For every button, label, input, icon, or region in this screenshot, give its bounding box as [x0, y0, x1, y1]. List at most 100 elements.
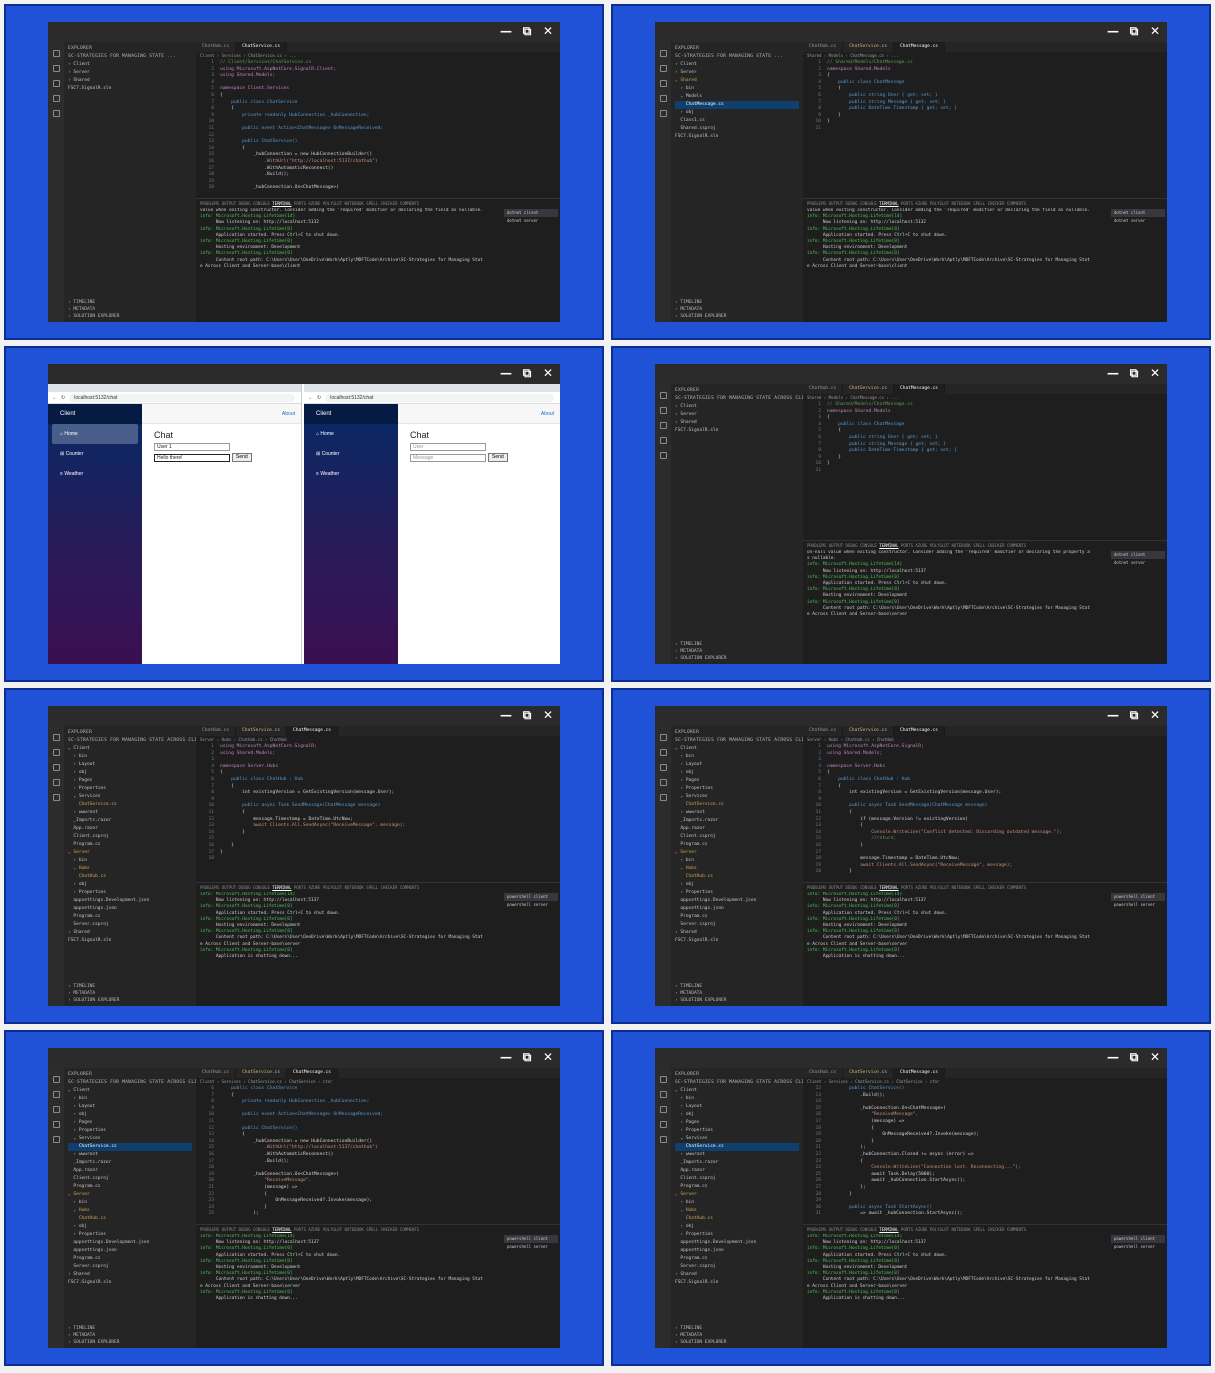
explorer-item[interactable]: › Shared — [675, 929, 799, 937]
explorer-item[interactable]: FSC7.SignalR.sln — [675, 133, 799, 141]
search-icon[interactable] — [52, 65, 60, 72]
explorer-item[interactable]: Program.cs — [675, 1183, 799, 1191]
explorer-item[interactable]: ⌄ Services — [675, 793, 799, 801]
explorer-item[interactable]: ⌄ Models — [675, 93, 799, 101]
explorer-item[interactable]: ChatHub.cs — [68, 873, 192, 881]
terminal-instance[interactable]: dotnet server — [504, 217, 558, 225]
outline-section[interactable]: › TIMELINE — [68, 1325, 119, 1332]
explorer-item[interactable]: › wwwroot — [675, 1151, 799, 1159]
panel-tabs-left[interactable]: PROBLEMS OUTPUT DEBUG CONSOLE — [200, 1227, 270, 1232]
explorer-item[interactable]: SC-STRATEGIES FOR MANAGING STATE ACROSS … — [675, 737, 803, 745]
explorer-item[interactable]: appsettings.json — [68, 1247, 192, 1255]
debug-icon[interactable] — [659, 437, 667, 444]
send-button[interactable]: Send — [232, 453, 252, 462]
explorer-item[interactable]: › Client — [675, 61, 799, 69]
search-icon[interactable] — [659, 1091, 667, 1098]
app-brand[interactable]: Client — [304, 404, 398, 424]
editor[interactable]: ChatHub.cs ChatService.cs Client › Servic… — [196, 42, 560, 198]
explorer-item[interactable]: Class1.cs — [675, 117, 799, 125]
explorer-item[interactable]: ⌄ Shared — [675, 77, 799, 85]
extensions-icon[interactable] — [659, 452, 667, 459]
editor-tab[interactable]: ChatHub.cs — [196, 42, 237, 52]
extensions-icon[interactable] — [52, 110, 60, 117]
explorer-item[interactable]: Client.csproj — [68, 1175, 192, 1183]
explorer-item[interactable]: › bin — [675, 1095, 799, 1103]
explorer-item[interactable]: › obj — [68, 1223, 192, 1231]
explorer-item[interactable]: › obj — [68, 1111, 192, 1119]
explorer-item[interactable]: ⌄ Server — [675, 849, 799, 857]
explorer-item[interactable]: SC-STRATEGIES FOR MANAGING STATE ... — [68, 53, 192, 61]
explorer-item[interactable]: appsettings.Development.json — [675, 1239, 799, 1247]
terminal-instance[interactable]: dotnet client — [1111, 551, 1165, 559]
tab-terminal[interactable]: TERMINAL — [272, 885, 291, 890]
close-button[interactable]: ✕ — [542, 1050, 554, 1064]
search-icon[interactable] — [659, 407, 667, 414]
editor[interactable]: ChatHub.cs ChatService.cs ChatMessage.cs S… — [803, 42, 1167, 198]
minimize-button[interactable]: — — [1107, 1050, 1119, 1064]
debug-icon[interactable] — [52, 95, 60, 102]
close-button[interactable]: ✕ — [542, 708, 554, 722]
explorer-item[interactable]: › bin — [68, 753, 192, 761]
editor[interactable]: ChatHub.cs ChatService.cs ChatMessage.cs C… — [803, 1068, 1167, 1224]
files-icon[interactable] — [52, 734, 60, 741]
close-button[interactable]: ✕ — [1149, 1050, 1161, 1064]
editor-tab[interactable]: ChatMessage.cs — [894, 726, 945, 736]
explorer-item[interactable]: Program.cs — [68, 1255, 192, 1263]
explorer-item[interactable]: FSC7.SignalR.sln — [68, 937, 192, 945]
explorer-item[interactable]: › bin — [675, 85, 799, 93]
editor-tab[interactable]: ChatHub.cs — [196, 726, 237, 736]
about-link[interactable]: About — [398, 404, 560, 424]
source-control-icon[interactable] — [659, 422, 667, 429]
explorer-item[interactable]: › Properties — [675, 785, 799, 793]
tab-terminal[interactable]: TERMINAL — [879, 1227, 898, 1232]
user-input[interactable]: User 1 — [154, 443, 230, 451]
explorer-item[interactable]: ChatService.cs — [675, 801, 799, 809]
explorer-item[interactable]: › Shared — [675, 419, 799, 427]
explorer-item[interactable]: › obj — [675, 1223, 799, 1231]
maximize-button[interactable]: ⧉ — [521, 366, 533, 380]
panel-tabs-left[interactable]: PROBLEMS OUTPUT DEBUG CONSOLE — [200, 201, 270, 206]
explorer-item[interactable]: Client.csproj — [675, 833, 799, 841]
panel-tabs-left[interactable]: PROBLEMS OUTPUT DEBUG CONSOLE — [807, 543, 877, 548]
search-icon[interactable] — [659, 749, 667, 756]
explorer-item[interactable]: › Server — [675, 69, 799, 77]
explorer-item[interactable]: FSC7.SignalR.sln — [675, 427, 799, 435]
explorer-item[interactable]: appsettings.json — [68, 905, 192, 913]
files-icon[interactable] — [659, 392, 667, 399]
explorer-item[interactable]: › Layout — [68, 1103, 192, 1111]
explorer-item[interactable]: ⌄ Hubs — [675, 1207, 799, 1215]
source-control-icon[interactable] — [52, 80, 60, 87]
explorer-item[interactable]: ⌄ Client — [68, 745, 192, 753]
maximize-button[interactable]: ⧉ — [1128, 366, 1140, 380]
explorer-item[interactable]: › Shared — [68, 77, 192, 85]
editor-tab[interactable]: ChatService.cs — [236, 726, 288, 736]
explorer-item[interactable]: ⌄ Hubs — [68, 865, 192, 873]
explorer-item[interactable]: › Properties — [68, 1231, 192, 1239]
explorer-item[interactable]: › Server — [68, 69, 192, 77]
explorer-item[interactable]: › bin — [68, 857, 192, 865]
outline-section[interactable]: › TIMELINE — [68, 983, 119, 990]
minimize-button[interactable]: — — [500, 24, 512, 38]
terminal-instance[interactable]: powershell server — [504, 901, 558, 909]
explorer-item[interactable]: Shared.csproj — [675, 125, 799, 133]
explorer-item[interactable]: Client.csproj — [68, 833, 192, 841]
back-icon[interactable]: ← — [308, 395, 313, 401]
editor-tab[interactable]: ChatHub.cs — [803, 726, 844, 736]
maximize-button[interactable]: ⧉ — [1128, 1050, 1140, 1064]
panel-tabs-right[interactable]: PORTS AZURE POLYGLOT NOTEBOOK SPELL CHEC… — [901, 1227, 1026, 1232]
panel-tabs-left[interactable]: PROBLEMS OUTPUT DEBUG CONSOLE — [200, 885, 270, 890]
outline-section[interactable]: › TIMELINE — [675, 1325, 726, 1332]
explorer-item[interactable]: › obj — [675, 1111, 799, 1119]
explorer-item[interactable]: › Properties — [68, 1127, 192, 1135]
editor-tab[interactable]: ChatMessage.cs — [894, 1068, 945, 1078]
debug-icon[interactable] — [659, 779, 667, 786]
nav-weather[interactable]: ≡ Weather — [48, 464, 142, 484]
terminal-instance[interactable]: powershell client — [504, 1235, 558, 1243]
outline-section[interactable]: › SOLUTION EXPLORER — [675, 1339, 726, 1346]
editor-tab[interactable]: ChatService.cs — [843, 726, 895, 736]
explorer-item[interactable]: _Imports.razor — [675, 817, 799, 825]
panel-tabs-right[interactable]: PORTS AZURE POLYGLOT NOTEBOOK SPELL CHEC… — [294, 1227, 419, 1232]
explorer-item[interactable]: ChatHub.cs — [675, 1215, 799, 1223]
explorer-item[interactable]: › Layout — [675, 761, 799, 769]
files-icon[interactable] — [52, 50, 60, 57]
